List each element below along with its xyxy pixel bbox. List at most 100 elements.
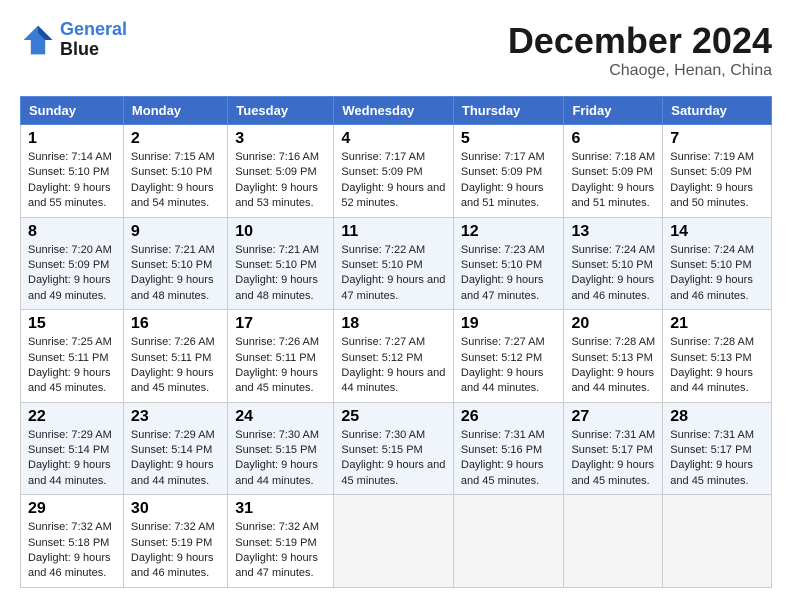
logo: GeneralBlue (20, 20, 127, 60)
sunrise-label: Sunrise: 7:18 AM (571, 151, 655, 163)
sunset-label: Sunset: 5:11 PM (131, 352, 212, 364)
day-number: 26 (461, 408, 557, 426)
day-info: Sunrise: 7:16 AM Sunset: 5:09 PM Dayligh… (235, 150, 326, 212)
sunset-label: Sunset: 5:15 PM (235, 444, 316, 456)
sunset-label: Sunset: 5:10 PM (28, 166, 109, 178)
daylight-label: Daylight: 9 hours and 45 minutes. (28, 367, 111, 394)
sunset-label: Sunset: 5:09 PM (28, 259, 109, 271)
column-header-saturday: Saturday (663, 97, 772, 125)
calendar-body: 1 Sunrise: 7:14 AM Sunset: 5:10 PM Dayli… (21, 125, 772, 588)
calendar-cell: 14 Sunrise: 7:24 AM Sunset: 5:10 PM Dayl… (663, 217, 772, 310)
calendar-cell (453, 495, 564, 588)
sunrise-label: Sunrise: 7:32 AM (131, 521, 215, 533)
calendar-week-row: 8 Sunrise: 7:20 AM Sunset: 5:09 PM Dayli… (21, 217, 772, 310)
sunset-label: Sunset: 5:15 PM (341, 444, 422, 456)
daylight-label: Daylight: 9 hours and 54 minutes. (131, 182, 214, 209)
day-info: Sunrise: 7:28 AM Sunset: 5:13 PM Dayligh… (670, 335, 764, 397)
daylight-label: Daylight: 9 hours and 51 minutes. (571, 182, 654, 209)
daylight-label: Daylight: 9 hours and 45 minutes. (571, 459, 654, 486)
day-info: Sunrise: 7:18 AM Sunset: 5:09 PM Dayligh… (571, 150, 655, 212)
sunrise-label: Sunrise: 7:22 AM (341, 244, 425, 256)
daylight-label: Daylight: 9 hours and 44 minutes. (341, 367, 445, 394)
day-info: Sunrise: 7:24 AM Sunset: 5:10 PM Dayligh… (571, 243, 655, 305)
sunset-label: Sunset: 5:10 PM (341, 259, 422, 271)
daylight-label: Daylight: 9 hours and 53 minutes. (235, 182, 318, 209)
day-number: 29 (28, 500, 116, 518)
sunset-label: Sunset: 5:17 PM (670, 444, 751, 456)
day-info: Sunrise: 7:26 AM Sunset: 5:11 PM Dayligh… (235, 335, 326, 397)
calendar-cell: 26 Sunrise: 7:31 AM Sunset: 5:16 PM Dayl… (453, 402, 564, 495)
day-info: Sunrise: 7:23 AM Sunset: 5:10 PM Dayligh… (461, 243, 557, 305)
daylight-label: Daylight: 9 hours and 45 minutes. (670, 459, 753, 486)
day-number: 17 (235, 315, 326, 333)
calendar-cell: 30 Sunrise: 7:32 AM Sunset: 5:19 PM Dayl… (123, 495, 227, 588)
subtitle: Chaoge, Henan, China (508, 62, 772, 80)
day-number: 16 (131, 315, 220, 333)
calendar-cell: 12 Sunrise: 7:23 AM Sunset: 5:10 PM Dayl… (453, 217, 564, 310)
sunrise-label: Sunrise: 7:31 AM (670, 429, 754, 441)
daylight-label: Daylight: 9 hours and 50 minutes. (670, 182, 753, 209)
day-info: Sunrise: 7:31 AM Sunset: 5:16 PM Dayligh… (461, 428, 557, 490)
day-info: Sunrise: 7:29 AM Sunset: 5:14 PM Dayligh… (28, 428, 116, 490)
calendar-cell: 23 Sunrise: 7:29 AM Sunset: 5:14 PM Dayl… (123, 402, 227, 495)
calendar-table: SundayMondayTuesdayWednesdayThursdayFrid… (20, 96, 772, 588)
sunset-label: Sunset: 5:10 PM (571, 259, 652, 271)
sunrise-label: Sunrise: 7:32 AM (28, 521, 112, 533)
day-info: Sunrise: 7:29 AM Sunset: 5:14 PM Dayligh… (131, 428, 220, 490)
sunset-label: Sunset: 5:19 PM (235, 537, 316, 549)
calendar-cell: 18 Sunrise: 7:27 AM Sunset: 5:12 PM Dayl… (334, 310, 453, 403)
sunrise-label: Sunrise: 7:29 AM (131, 429, 215, 441)
calendar-cell: 3 Sunrise: 7:16 AM Sunset: 5:09 PM Dayli… (228, 125, 334, 218)
sunset-label: Sunset: 5:14 PM (28, 444, 109, 456)
calendar-cell: 27 Sunrise: 7:31 AM Sunset: 5:17 PM Dayl… (564, 402, 663, 495)
day-info: Sunrise: 7:14 AM Sunset: 5:10 PM Dayligh… (28, 150, 116, 212)
day-number: 20 (571, 315, 655, 333)
calendar-cell: 17 Sunrise: 7:26 AM Sunset: 5:11 PM Dayl… (228, 310, 334, 403)
day-number: 4 (341, 130, 445, 148)
day-number: 18 (341, 315, 445, 333)
daylight-label: Daylight: 9 hours and 45 minutes. (341, 459, 445, 486)
calendar-cell: 4 Sunrise: 7:17 AM Sunset: 5:09 PM Dayli… (334, 125, 453, 218)
calendar-cell: 20 Sunrise: 7:28 AM Sunset: 5:13 PM Dayl… (564, 310, 663, 403)
sunrise-label: Sunrise: 7:30 AM (341, 429, 425, 441)
calendar-week-row: 1 Sunrise: 7:14 AM Sunset: 5:10 PM Dayli… (21, 125, 772, 218)
daylight-label: Daylight: 9 hours and 46 minutes. (670, 274, 753, 301)
calendar-cell: 24 Sunrise: 7:30 AM Sunset: 5:15 PM Dayl… (228, 402, 334, 495)
day-number: 7 (670, 130, 764, 148)
day-number: 14 (670, 223, 764, 241)
column-header-monday: Monday (123, 97, 227, 125)
calendar-cell: 10 Sunrise: 7:21 AM Sunset: 5:10 PM Dayl… (228, 217, 334, 310)
day-info: Sunrise: 7:28 AM Sunset: 5:13 PM Dayligh… (571, 335, 655, 397)
column-header-tuesday: Tuesday (228, 97, 334, 125)
calendar-cell: 13 Sunrise: 7:24 AM Sunset: 5:10 PM Dayl… (564, 217, 663, 310)
sunrise-label: Sunrise: 7:19 AM (670, 151, 754, 163)
calendar-cell: 6 Sunrise: 7:18 AM Sunset: 5:09 PM Dayli… (564, 125, 663, 218)
sunrise-label: Sunrise: 7:27 AM (341, 336, 425, 348)
page-header: GeneralBlue December 2024 Chaoge, Henan,… (20, 20, 772, 80)
sunset-label: Sunset: 5:11 PM (235, 352, 316, 364)
sunrise-label: Sunrise: 7:23 AM (461, 244, 545, 256)
day-info: Sunrise: 7:27 AM Sunset: 5:12 PM Dayligh… (341, 335, 445, 397)
sunset-label: Sunset: 5:09 PM (571, 166, 652, 178)
sunset-label: Sunset: 5:09 PM (235, 166, 316, 178)
calendar-week-row: 29 Sunrise: 7:32 AM Sunset: 5:18 PM Dayl… (21, 495, 772, 588)
main-title: December 2024 (508, 20, 772, 62)
daylight-label: Daylight: 9 hours and 52 minutes. (341, 182, 445, 209)
day-number: 10 (235, 223, 326, 241)
daylight-label: Daylight: 9 hours and 45 minutes. (461, 459, 544, 486)
day-info: Sunrise: 7:21 AM Sunset: 5:10 PM Dayligh… (235, 243, 326, 305)
daylight-label: Daylight: 9 hours and 46 minutes. (131, 552, 214, 579)
calendar-cell (663, 495, 772, 588)
sunrise-label: Sunrise: 7:26 AM (131, 336, 215, 348)
sunset-label: Sunset: 5:13 PM (571, 352, 652, 364)
sunrise-label: Sunrise: 7:17 AM (461, 151, 545, 163)
day-number: 28 (670, 408, 764, 426)
daylight-label: Daylight: 9 hours and 44 minutes. (670, 367, 753, 394)
day-info: Sunrise: 7:31 AM Sunset: 5:17 PM Dayligh… (571, 428, 655, 490)
day-number: 21 (670, 315, 764, 333)
daylight-label: Daylight: 9 hours and 47 minutes. (461, 274, 544, 301)
day-number: 9 (131, 223, 220, 241)
title-block: December 2024 Chaoge, Henan, China (508, 20, 772, 80)
sunrise-label: Sunrise: 7:31 AM (461, 429, 545, 441)
day-number: 13 (571, 223, 655, 241)
